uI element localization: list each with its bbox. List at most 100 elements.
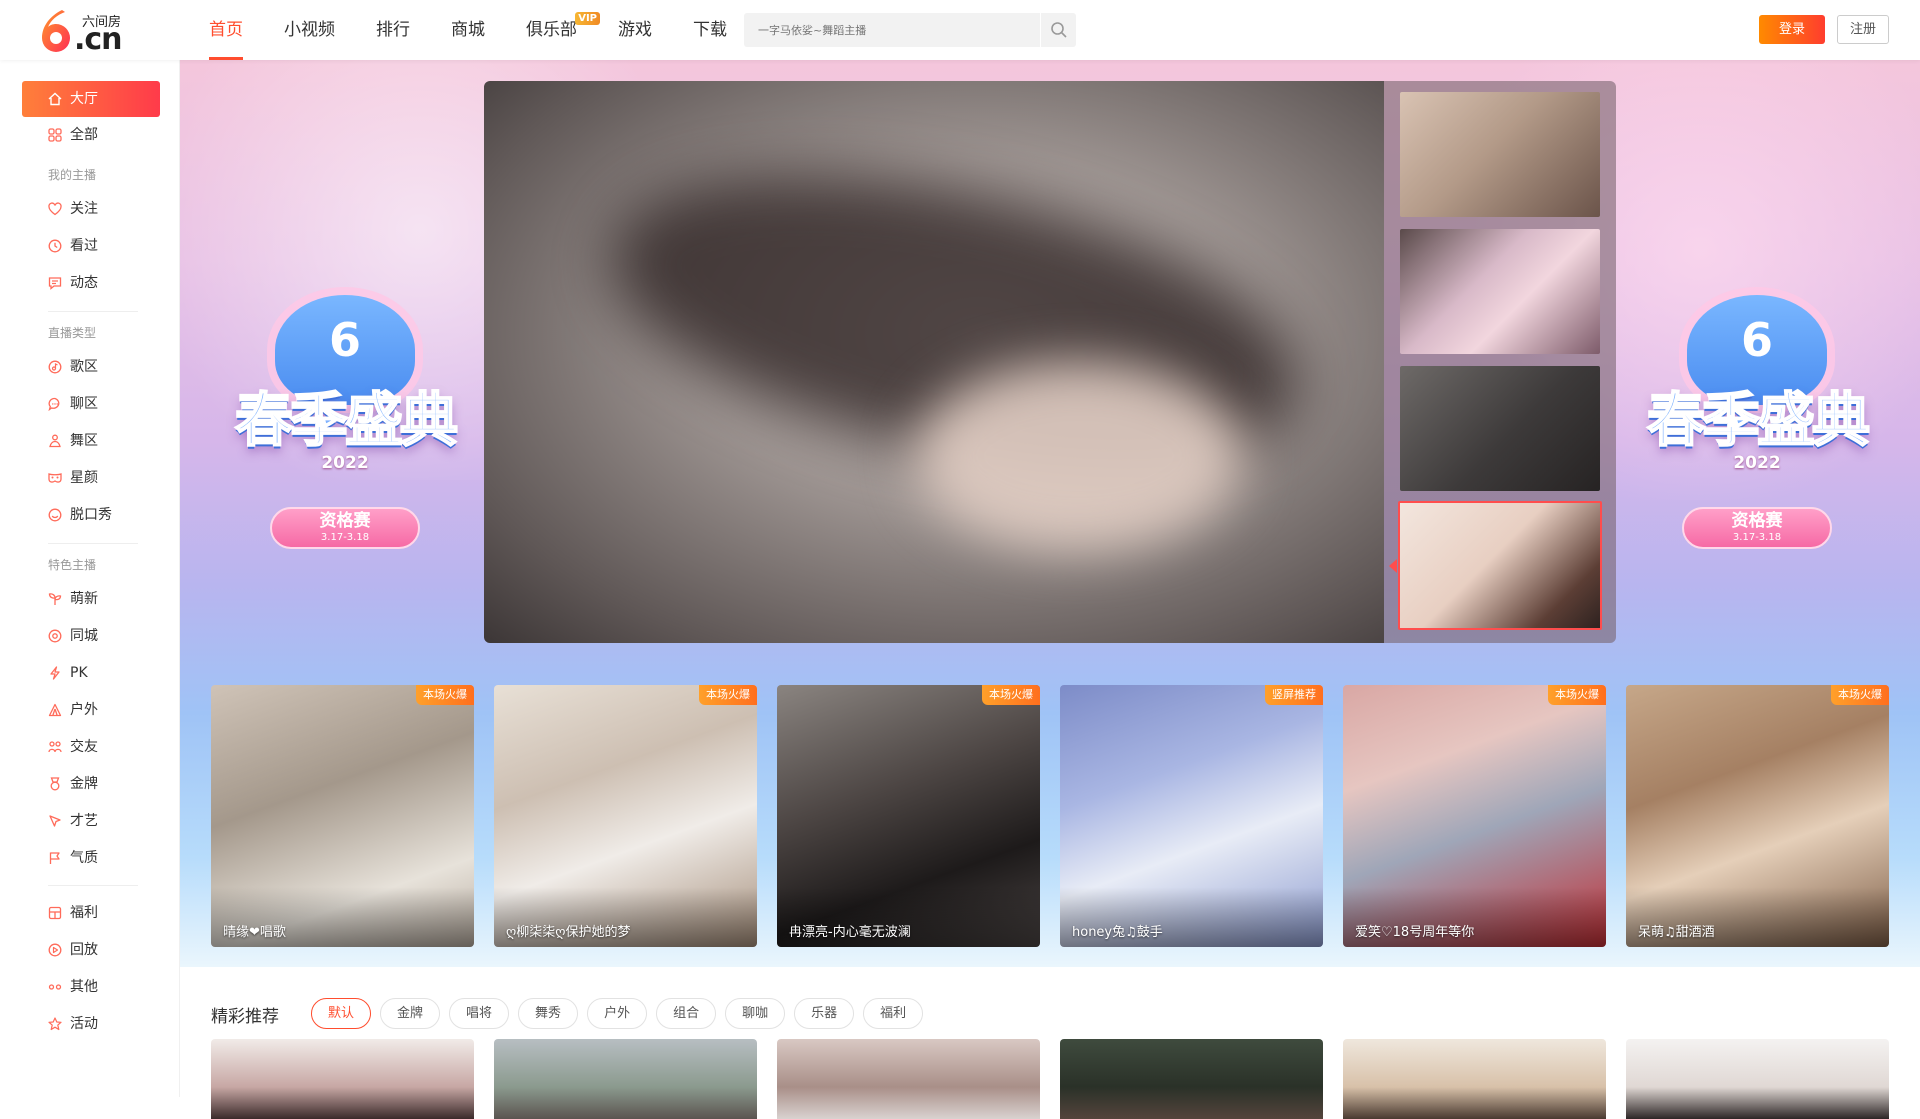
selected-arrow-icon xyxy=(1389,559,1397,573)
stream-card[interactable]: 本场火爆 晴缘❤唱歌 xyxy=(211,685,474,947)
search-button[interactable] xyxy=(1040,13,1076,47)
stream-card[interactable] xyxy=(494,1039,757,1119)
sidebar-item-label: 星颜 xyxy=(70,470,98,486)
stream-card[interactable] xyxy=(777,1039,1040,1119)
sidebar-item-feed[interactable]: 动态 xyxy=(22,265,160,301)
location-icon xyxy=(48,629,62,643)
dance-icon xyxy=(49,434,61,448)
sidebar-item-talent[interactable]: 才艺 xyxy=(22,803,160,839)
stream-card[interactable] xyxy=(1343,1039,1606,1119)
login-button[interactable]: 登录 xyxy=(1759,15,1825,44)
nav-mall-label: 商城 xyxy=(451,20,485,40)
stream-card[interactable]: 本场火爆 ღ柳柒柒ღ保护她的梦 xyxy=(494,685,757,947)
sidebar-item-label: 舞区 xyxy=(70,433,98,449)
stream-card[interactable] xyxy=(1060,1039,1323,1119)
event-stage: 资格赛 xyxy=(1731,511,1783,531)
sidebar-item-follow[interactable]: 关注 xyxy=(22,191,160,227)
stream-card[interactable]: 本场火爆 呆萌♫甜酒酒 xyxy=(1626,685,1889,947)
sidebar-item-beauty[interactable]: 星颜 xyxy=(22,460,160,496)
talk-icon xyxy=(48,508,62,522)
sidebar-item-label: 萌新 xyxy=(70,591,98,607)
search-input[interactable] xyxy=(744,13,1040,47)
sidebar-item-other[interactable]: 其他 xyxy=(22,969,160,1005)
sidebar: 大厅 全部 我的主播 关注 看过 动态 直播类型 歌区 聊区 舞区 星颜 脱口秀… xyxy=(0,60,180,1097)
sprout-icon xyxy=(48,593,62,605)
sidebar-section-type: 直播类型 xyxy=(48,326,97,340)
filter-chat[interactable]: 聊咖 xyxy=(725,998,786,1029)
event-emblem-left[interactable]: 春季盛典 2022 资格赛 3.17-3.18 xyxy=(210,295,480,575)
sidebar-item-gold[interactable]: 金牌 xyxy=(22,766,160,802)
sidebar-item-label: PK xyxy=(70,665,88,681)
nav-club[interactable]: 俱乐部 VIP xyxy=(513,0,600,60)
filter-group[interactable]: 组合 xyxy=(656,998,717,1029)
star-icon xyxy=(48,1017,62,1031)
sidebar-item-newbie[interactable]: 萌新 xyxy=(22,581,160,617)
sidebar-item-events[interactable]: 活动 xyxy=(22,1006,160,1042)
sidebar-item-talkshow[interactable]: 脱口秀 xyxy=(22,497,160,533)
stream-card[interactable]: 本场火爆 冉漂亮-内心毫无波澜 xyxy=(777,685,1040,947)
event-dates: 3.17-3.18 xyxy=(1732,532,1782,543)
card-badge: 本场火爆 xyxy=(416,685,474,705)
nav-mall[interactable]: 商城 xyxy=(438,0,498,60)
sidebar-item-friends[interactable]: 交友 xyxy=(22,729,160,765)
sidebar-item-temperament[interactable]: 气质 xyxy=(22,840,160,876)
sidebar-item-label: 脱口秀 xyxy=(70,507,112,523)
filter-outdoor[interactable]: 户外 xyxy=(587,998,648,1029)
sidebar-item-hall[interactable]: 大厅 xyxy=(22,81,160,117)
filter-gold[interactable]: 金牌 xyxy=(380,998,441,1029)
sidebar-item-nearby[interactable]: 同城 xyxy=(22,618,160,654)
sidebar-item-label: 同城 xyxy=(70,628,98,644)
nav-games[interactable]: 游戏 xyxy=(605,0,665,60)
logo-text-main: .cn xyxy=(74,22,123,57)
stream-thumbnail-selected[interactable] xyxy=(1398,501,1602,630)
stream-thumbnail[interactable] xyxy=(1400,229,1600,354)
sidebar-divider xyxy=(48,885,138,886)
nav-short-video[interactable]: 小视频 xyxy=(271,0,348,60)
filter-dance[interactable]: 舞秀 xyxy=(518,998,579,1029)
site-logo[interactable]: 六间房 .cn xyxy=(38,8,138,57)
filter-instrument[interactable]: 乐器 xyxy=(794,998,855,1029)
nav-download[interactable]: 下载 xyxy=(680,0,740,60)
event-emblem-right[interactable]: 春季盛典 2022 资格赛 3.17-3.18 xyxy=(1622,295,1892,575)
sidebar-item-replay[interactable]: 回放 xyxy=(22,932,160,968)
sidebar-item-all[interactable]: 全部 xyxy=(22,117,160,153)
card-badge: 本场火爆 xyxy=(982,685,1040,705)
register-button[interactable]: 注册 xyxy=(1837,15,1889,44)
sidebar-item-label: 气质 xyxy=(70,850,98,866)
stream-card[interactable]: 本场火爆 爱笑♡18号周年等你 xyxy=(1343,685,1606,947)
lightning-icon xyxy=(50,666,60,680)
sidebar-item-welfare[interactable]: 福利 xyxy=(22,895,160,931)
card-badge: 本场火爆 xyxy=(1548,685,1606,705)
nav-games-label: 游戏 xyxy=(618,20,652,40)
sidebar-item-pk[interactable]: PK xyxy=(22,655,160,691)
sidebar-item-label: 户外 xyxy=(70,702,98,718)
live-video-player[interactable] xyxy=(484,81,1384,643)
stream-thumbnail[interactable] xyxy=(1400,92,1600,217)
filter-singer[interactable]: 唱将 xyxy=(449,998,510,1029)
main-nav: 首页 小视频 排行 商城 俱乐部 VIP 游戏 下载 xyxy=(196,0,755,60)
stream-card[interactable] xyxy=(1626,1039,1889,1119)
sidebar-item-outdoor[interactable]: 户外 xyxy=(22,692,160,728)
nav-ranking[interactable]: 排行 xyxy=(363,0,423,60)
card-streamer-name: 冉漂亮-内心毫无波澜 xyxy=(789,925,911,940)
stream-thumbnail[interactable] xyxy=(1400,366,1600,491)
more-icon xyxy=(48,984,62,990)
sidebar-item-label: 聊区 xyxy=(70,396,98,412)
vip-badge: VIP xyxy=(575,12,600,25)
nav-home[interactable]: 首页 xyxy=(196,0,256,60)
sidebar-item-label: 大厅 xyxy=(70,91,98,107)
filter-welfare[interactable]: 福利 xyxy=(863,998,924,1029)
sidebar-item-chat[interactable]: 聊区 xyxy=(22,386,160,422)
sidebar-item-history[interactable]: 看过 xyxy=(22,228,160,264)
sidebar-item-song[interactable]: 歌区 xyxy=(22,349,160,385)
sidebar-item-label: 福利 xyxy=(70,905,98,921)
event-stage: 资格赛 xyxy=(319,511,371,531)
stream-card[interactable] xyxy=(211,1039,474,1119)
nav-download-label: 下载 xyxy=(693,20,727,40)
card-badge: 本场火爆 xyxy=(699,685,757,705)
stream-card[interactable]: 竖屏推荐 honey兔♫鼓手 xyxy=(1060,685,1323,947)
sidebar-item-label: 全部 xyxy=(70,127,98,143)
event-dates: 3.17-3.18 xyxy=(320,532,370,543)
sidebar-item-dance[interactable]: 舞区 xyxy=(22,423,160,459)
filter-default[interactable]: 默认 xyxy=(311,998,372,1029)
